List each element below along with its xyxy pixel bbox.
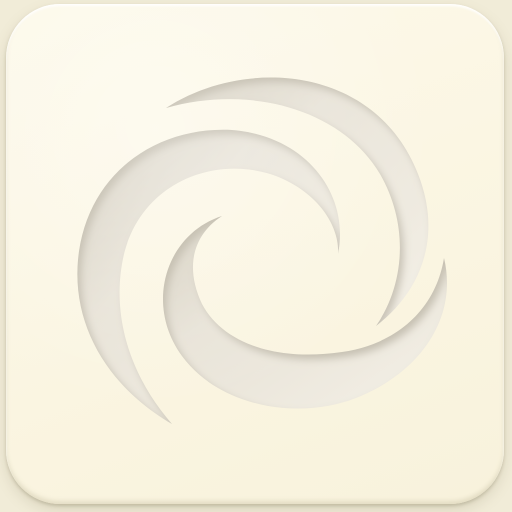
icon-canvas [0, 0, 512, 512]
app-icon-tile[interactable] [6, 4, 504, 504]
swirl-arms [77, 77, 447, 424]
swirl-icon [77, 77, 447, 424]
swirl-arm-top [166, 77, 429, 326]
